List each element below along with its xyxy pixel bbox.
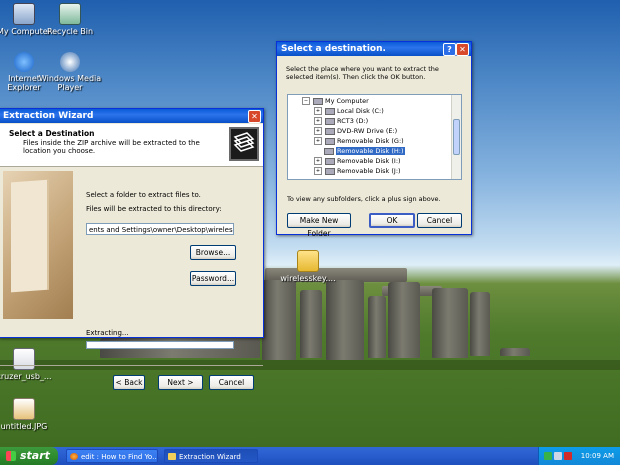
wizard-side-image (3, 171, 73, 319)
zip-folder-icon (229, 127, 259, 161)
dvd-drive-icon (325, 127, 335, 135)
help-button[interactable]: ? (443, 43, 456, 56)
extraction-progress-bar (86, 341, 234, 349)
taskbar: start edit : How to Find Yo... Extractio… (0, 447, 620, 465)
wizard-header: Select a Destination Files inside the ZI… (0, 124, 263, 167)
scrollbar-thumb[interactable] (453, 119, 460, 155)
directory-label: Files will be extracted to this director… (86, 205, 222, 213)
removable-disk-icon (325, 167, 335, 175)
start-button[interactable]: start (0, 447, 58, 465)
tree-item-removable-g[interactable]: + Removable Disk (G:) (314, 137, 404, 146)
ok-button[interactable]: OK (369, 213, 415, 228)
standing-stone (368, 296, 386, 358)
firefox-icon (70, 453, 78, 460)
standing-stone (300, 290, 322, 358)
expand-icon[interactable]: + (314, 167, 322, 175)
collapse-icon[interactable]: − (302, 97, 310, 105)
folder-tree[interactable]: − My Computer + Local Disk (C:) + RCT3 (D:)… (287, 94, 462, 180)
desktop-icon-recycle-bin[interactable]: Recycle Bin (38, 3, 102, 36)
volume-icon[interactable] (554, 452, 562, 460)
desktop-icon-label: Recycle Bin (46, 27, 94, 36)
wizard-body: Select a folder to extract files to. Fil… (0, 167, 263, 390)
dialog-instruction: Select the place where you want to extra… (286, 65, 439, 81)
wizard-title: Extraction Wizard (3, 111, 94, 121)
expand-icon[interactable]: + (314, 107, 322, 115)
extraction-wizard-window: Extraction Wizard ✕ Select a Destination… (0, 108, 264, 390)
tree-item-my-computer[interactable]: − My Computer (302, 97, 369, 106)
desktop-icon-untitled-jpg[interactable]: untitled.JPG (0, 398, 56, 431)
cancel-button[interactable]: Cancel (417, 213, 462, 228)
system-tray: 10:09 AM (538, 447, 620, 465)
standing-stone (432, 288, 468, 358)
next-button[interactable]: Next > (158, 375, 203, 390)
my-computer-icon (313, 97, 323, 105)
desktop-icon-label: untitled.JPG (0, 422, 48, 431)
folder-icon (168, 453, 176, 460)
dialog-title: Select a destination. (281, 44, 386, 54)
fallen-stone (500, 348, 530, 356)
tree-item-removable-i[interactable]: + Removable Disk (I:) (314, 157, 401, 166)
folder-icon (297, 250, 319, 272)
my-computer-icon (13, 3, 35, 25)
desktop-icon-wirelesskey-folder[interactable]: wirelesskey.... (276, 250, 340, 283)
divider (0, 365, 263, 366)
clock: 10:09 AM (580, 452, 614, 460)
wizard-heading: Select a Destination (9, 129, 95, 138)
cancel-button[interactable]: Cancel (209, 375, 254, 390)
desktop-icon-media-player[interactable]: Windows Media Player (38, 52, 102, 92)
wizard-titlebar[interactable]: Extraction Wizard ✕ (0, 109, 263, 123)
destination-path-field[interactable]: ents and Settings\owner\Desktop\wireless… (86, 223, 234, 235)
standing-stone (388, 282, 420, 358)
taskbar-item-label: Extraction Wizard (179, 453, 241, 461)
expand-icon[interactable]: + (314, 157, 322, 165)
select-destination-dialog: Select a destination. ? ✕ Select the pla… (276, 41, 472, 238)
tree-scrollbar[interactable] (451, 95, 461, 179)
media-player-icon (60, 52, 80, 72)
desktop-icon-label: cruzer_usb_... (0, 372, 52, 381)
standing-stone (326, 280, 364, 360)
image-file-icon (13, 348, 35, 370)
cd-drive-icon (325, 117, 335, 125)
removable-disk-icon (325, 157, 335, 165)
expand-icon[interactable]: + (314, 127, 322, 135)
back-button[interactable]: < Back (113, 375, 145, 390)
browse-button[interactable]: Browse... (190, 245, 236, 260)
windows-logo-icon (6, 451, 16, 461)
expand-icon[interactable]: + (314, 137, 322, 145)
removable-disk-icon (324, 147, 334, 155)
taskbar-item-browser[interactable]: edit : How to Find Yo... (66, 449, 158, 463)
antivirus-icon[interactable] (564, 452, 572, 460)
close-button[interactable]: ✕ (248, 110, 261, 123)
image-file-icon (13, 398, 35, 420)
standing-stone (262, 280, 296, 360)
password-button[interactable]: Password... (190, 271, 236, 286)
make-new-folder-button[interactable]: Make New Folder (287, 213, 351, 238)
tree-item-dvd-rw-e[interactable]: + DVD-RW Drive (E:) (314, 127, 397, 136)
expand-icon[interactable]: + (314, 117, 322, 125)
desktop-icon-label: Windows Media Player (38, 74, 102, 92)
taskbar-item-label: edit : How to Find Yo... (81, 453, 158, 461)
close-button[interactable]: ✕ (456, 43, 469, 56)
tree-item-rct3-d[interactable]: + RCT3 (D:) (314, 117, 368, 126)
tree-item-local-disk-c[interactable]: + Local Disk (C:) (314, 107, 384, 116)
network-icon[interactable] (544, 452, 552, 460)
hard-disk-icon (325, 107, 335, 115)
tree-item-removable-h[interactable]: Removable Disk (H:) (324, 147, 405, 156)
extracting-label: Extracting... (86, 329, 129, 337)
recycle-bin-icon (59, 3, 81, 25)
taskbar-item-extraction-wizard[interactable]: Extraction Wizard (164, 449, 258, 463)
tree-item-removable-j[interactable]: + Removable Disk (J:) (314, 167, 401, 176)
start-label: start (20, 449, 50, 462)
removable-disk-icon (325, 137, 335, 145)
dialog-titlebar[interactable]: Select a destination. ? ✕ (277, 42, 471, 56)
wizard-subheading: Files inside the ZIP archive will be ext… (23, 139, 200, 155)
subfolder-hint: To view any subfolders, click a plus sig… (287, 195, 441, 203)
instruction-text: Select a folder to extract files to. (86, 191, 201, 199)
desktop-icon-label: wirelesskey.... (280, 274, 336, 283)
standing-stone (470, 292, 490, 356)
internet-explorer-icon (14, 52, 34, 72)
